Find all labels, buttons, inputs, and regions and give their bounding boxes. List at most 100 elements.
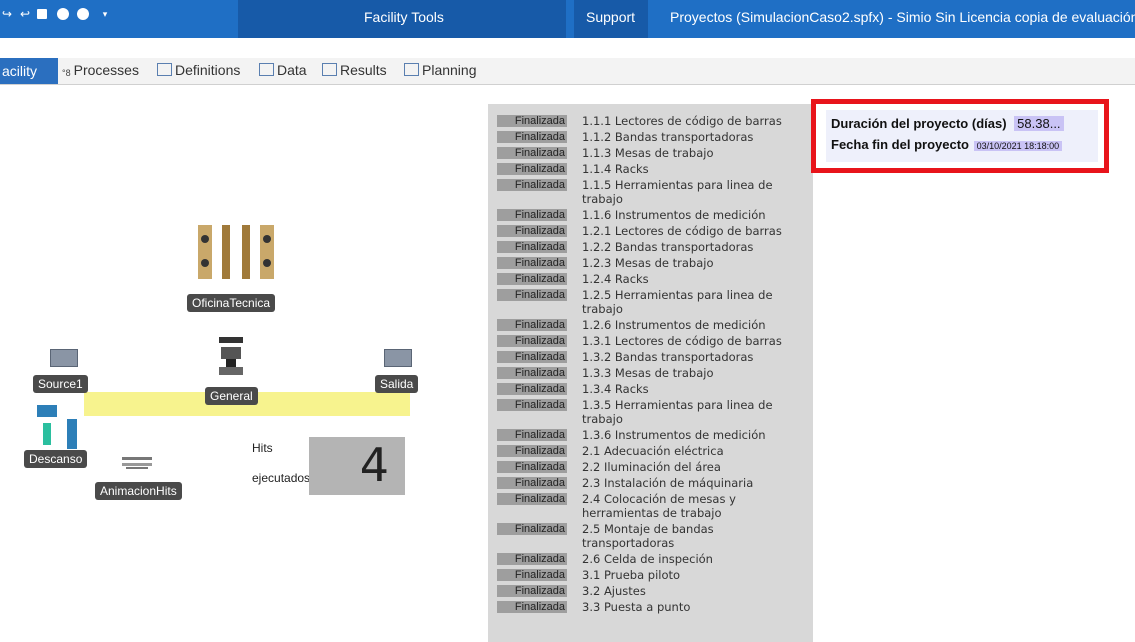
oficina-tecnica-label[interactable]: OficinaTecnica: [187, 294, 276, 312]
task-row: Finalizada 1.2.3 Mesas de trabajo: [488, 256, 813, 272]
tab-view[interactable]: View: [455, 39, 485, 55]
tab-planning[interactable]: Planning: [404, 62, 477, 78]
save-icon[interactable]: [37, 9, 47, 19]
task-status-badge: Finalizada: [497, 225, 567, 237]
tab-definitions-label: Definitions: [175, 62, 241, 78]
task-status-badge: Finalizada: [497, 241, 567, 253]
task-status-badge: Finalizada: [497, 367, 567, 379]
context-tab-support: Support: [586, 9, 636, 25]
source-node-icon[interactable]: [50, 349, 78, 367]
task-row: Finalizada 1.3.4 Racks: [488, 382, 813, 398]
task-status-badge: Finalizada: [497, 553, 567, 565]
task-status-badge: Finalizada: [497, 461, 567, 473]
tab-visibility[interactable]: Visibility: [510, 39, 560, 55]
tab-planning-label: Planning: [422, 62, 477, 78]
project-info-panel: Duración del proyecto (días) 58.38... Fe…: [826, 110, 1098, 162]
tab-processes-label: Processes: [73, 62, 139, 78]
facility-canvas[interactable]: OficinaTecnica Source1 General Salida De…: [0, 85, 488, 642]
tab-animation[interactable]: Animation: [370, 39, 432, 55]
hits-label-line1: Hits: [252, 441, 273, 455]
context-group-support: Support: [574, 0, 648, 38]
task-status-badge: Finalizada: [497, 147, 567, 159]
task-name: 1.2.2 Bandas transportadoras: [582, 240, 754, 254]
task-name: 1.1.4 Racks: [582, 162, 649, 176]
task-status-badge: Finalizada: [497, 383, 567, 395]
run-icon[interactable]: [57, 8, 69, 20]
task-name: 3.2 Ajustes: [582, 584, 646, 598]
planning-icon: [404, 63, 419, 76]
task-name: 1.2.1 Lectores de código de barras: [582, 224, 782, 238]
tab-run[interactable]: Run: [248, 39, 274, 55]
office-desks-icon[interactable]: [194, 223, 284, 281]
task-row: Finalizada 1.2.5 Herramientas para linea …: [488, 288, 813, 318]
tab-data-label: Data: [277, 62, 307, 78]
tab-definitions[interactable]: Definitions: [157, 62, 240, 78]
task-row: Finalizada 1.1.5 Herramientas para linea …: [488, 178, 813, 208]
duration-row: Duración del proyecto (días) 58.38...: [831, 116, 1064, 131]
duration-value: 58.38...: [1014, 116, 1064, 131]
source1-label[interactable]: Source1: [33, 375, 88, 393]
task-name: 1.3.6 Instrumentos de medición: [582, 428, 766, 442]
task-name: 1.1.5 Herramientas para linea de trabajo: [582, 178, 773, 206]
tab-facility[interactable]: acility: [0, 58, 58, 84]
title-bar: ↪ ↩ ▾ Facility Tools Support Proyectos (…: [0, 0, 1135, 55]
task-name: 2.5 Montaje de bandas transportadoras: [582, 522, 714, 550]
rest-area-icon[interactable]: [35, 403, 81, 453]
redo-icon[interactable]: ↪: [1, 8, 13, 20]
task-name: 1.3.4 Racks: [582, 382, 649, 396]
task-row: Finalizada 1.3.5 Herramientas para linea …: [488, 398, 813, 428]
tab-processes[interactable]: °8 Processes: [62, 62, 139, 78]
task-name: 2.2 Iluminación del área: [582, 460, 721, 474]
task-row: Finalizada 2.4 Colocación de mesas y herr…: [488, 492, 813, 522]
task-status-badge: Finalizada: [497, 429, 567, 441]
task-row: Finalizada 1.2.2 Bandas transportadoras: [488, 240, 813, 256]
data-icon: [259, 63, 274, 76]
task-row: Finalizada 2.3 Instalación de máquinaria: [488, 476, 813, 492]
task-status-badge: Finalizada: [497, 569, 567, 581]
window-title: Proyectos (SimulacionCaso2.spfx) - Simio…: [670, 9, 1135, 25]
sink-node-icon[interactable]: [384, 349, 412, 367]
salida-label[interactable]: Salida: [375, 375, 419, 393]
end-date-value: 03/10/2021 18:18:00: [973, 141, 1063, 151]
task-name: 3.1 Prueba piloto: [582, 568, 681, 582]
tab-support[interactable]: Support: [588, 39, 637, 55]
task-status-badge: Finalizada: [497, 601, 567, 613]
task-row: Finalizada 1.3.6 Instrumentos de medición: [488, 428, 813, 444]
quick-access-dropdown-icon[interactable]: ▾: [99, 8, 111, 20]
task-row: Finalizada 1.3.3 Mesas de trabajo: [488, 366, 813, 382]
descanso-label[interactable]: Descanso: [24, 450, 88, 468]
task-status-badge: Finalizada: [497, 445, 567, 457]
task-name: 1.1.2 Bandas transportadoras: [582, 130, 754, 144]
tab-results[interactable]: Results: [322, 62, 387, 78]
task-row: Finalizada 3.3 Puesta a punto: [488, 600, 813, 616]
undo-icon[interactable]: ↩: [19, 8, 31, 20]
tab-data[interactable]: Data: [259, 62, 307, 78]
task-name: 1.2.4 Racks: [582, 272, 649, 286]
hits-label-line2: ejecutados: [252, 471, 311, 485]
duration-label: Duración del proyecto (días): [831, 116, 1007, 131]
animacion-hits-label[interactable]: AnimacionHits: [95, 482, 182, 500]
workstation-icon[interactable]: [218, 337, 244, 381]
task-name: 2.1 Adecuación eléctrica: [582, 444, 724, 458]
tab-file[interactable]: ile: [0, 39, 14, 55]
task-name: 1.2.3 Mesas de trabajo: [582, 256, 714, 270]
task-status-badge: Finalizada: [497, 319, 567, 331]
end-date-row: Fecha fin del proyecto 03/10/2021 18:18:…: [831, 137, 1063, 152]
task-status-badge: Finalizada: [497, 273, 567, 285]
task-row: Finalizada 1.1.2 Bandas transportadoras: [488, 130, 813, 146]
task-status-badge: Finalizada: [497, 131, 567, 143]
stop-icon[interactable]: [77, 8, 89, 20]
task-status-badge: Finalizada: [497, 585, 567, 597]
tab-project-home[interactable]: Project Home: [104, 39, 189, 55]
task-row: Finalizada 2.6 Celda de inspeción: [488, 552, 813, 568]
task-row: Finalizada 1.2.1 Lectores de código de ba…: [488, 224, 813, 240]
general-label[interactable]: General: [205, 387, 258, 405]
task-row: Finalizada 1.2.6 Instrumentos de medición: [488, 318, 813, 334]
task-name: 1.1.6 Instrumentos de medición: [582, 208, 766, 222]
tab-drawing[interactable]: Drawing: [295, 39, 346, 55]
context-tab-facility-tools: Facility Tools: [364, 9, 444, 25]
task-name: 1.1.1 Lectores de código de barras: [582, 114, 782, 128]
task-row: Finalizada 1.1.1 Lectores de código de ba…: [488, 114, 813, 130]
task-name: 2.6 Celda de inspeción: [582, 552, 713, 566]
animation-hits-icon[interactable]: [120, 455, 154, 471]
